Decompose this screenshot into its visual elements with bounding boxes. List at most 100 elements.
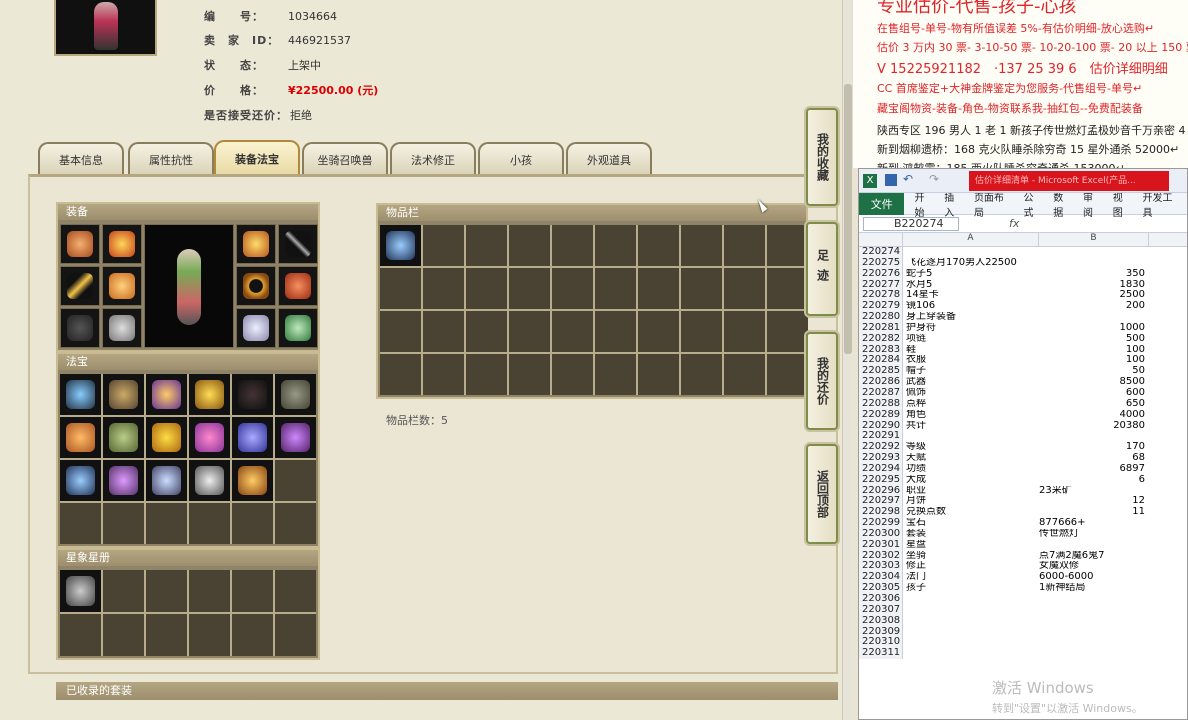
excel-cell-a[interactable]: 修正 — [903, 561, 1039, 572]
ribbon-tab[interactable]: 数据 — [1048, 189, 1078, 219]
fabao-item[interactable] — [189, 417, 230, 458]
excel-cell-a[interactable]: 共计 — [903, 421, 1039, 432]
page-scroll-thumb[interactable] — [844, 84, 852, 354]
tab-basic-info[interactable]: 基本信息 — [38, 142, 124, 176]
excel-cell-b[interactable] — [1039, 258, 1149, 269]
excel-cell-b[interactable] — [1039, 616, 1149, 627]
excel-cell-b[interactable]: 1000 — [1039, 323, 1149, 334]
ribbon-tab[interactable]: 开始 — [904, 189, 939, 219]
excel-cell-a[interactable]: 14星卡 — [903, 290, 1039, 301]
excel-cell-b[interactable]: 女魔双修 — [1039, 561, 1149, 572]
excel-cell-a[interactable]: 套装 — [903, 529, 1039, 540]
excel-row-number[interactable]: 220291 — [859, 431, 903, 443]
excel-cell-a[interactable] — [903, 605, 1039, 616]
excel-cell-b[interactable] — [1039, 431, 1149, 442]
excel-row-number[interactable]: 220300 — [859, 528, 903, 540]
excel-cell-a[interactable]: 角色 — [903, 410, 1039, 421]
fabao-item[interactable] — [189, 460, 230, 501]
excel-cell-b[interactable] — [1039, 627, 1149, 638]
excel-cell-a[interactable]: 法门 — [903, 572, 1039, 583]
fabao-item[interactable] — [103, 417, 144, 458]
excel-cell-b[interactable]: 100 — [1039, 345, 1149, 356]
excel-cell-a[interactable]: 身上穿装备 — [903, 312, 1039, 323]
excel-cell-b[interactable]: 350 — [1039, 269, 1149, 280]
excel-cell-a[interactable] — [903, 627, 1039, 638]
tab-children[interactable]: 小孩 — [478, 142, 564, 176]
excel-cell-a[interactable]: 星盘 — [903, 540, 1039, 551]
excel-cell-a[interactable] — [903, 637, 1039, 648]
excel-row-number[interactable]: 220292 — [859, 442, 903, 454]
equip-slot-hat[interactable] — [60, 224, 100, 264]
excel-row-number[interactable]: 220309 — [859, 626, 903, 638]
fabao-item[interactable] — [189, 374, 230, 415]
excel-cell-a[interactable]: 水月5 — [903, 280, 1039, 291]
fabao-item[interactable] — [60, 374, 101, 415]
excel-cell-a[interactable] — [903, 431, 1039, 442]
equip-slot-crown[interactable] — [236, 224, 276, 264]
equip-slot-necklace[interactable] — [102, 224, 142, 264]
excel-cell-a[interactable] — [903, 247, 1039, 258]
favorites-button[interactable]: 我的收藏 — [806, 108, 838, 206]
excel-row-number[interactable]: 220274 — [859, 247, 903, 258]
save-icon[interactable] — [885, 174, 897, 186]
excel-cell-b[interactable]: 11 — [1039, 507, 1149, 518]
excel-row-number[interactable]: 220304 — [859, 572, 903, 584]
ribbon-tab[interactable]: 页面布局 — [969, 189, 1019, 219]
excel-cell-a[interactable]: 功绩 — [903, 464, 1039, 475]
excel-row-number[interactable]: 220303 — [859, 561, 903, 573]
excel-cell-a[interactable]: 项链 — [903, 334, 1039, 345]
fabao-item[interactable] — [275, 374, 316, 415]
excel-cell-b[interactable] — [1039, 540, 1149, 551]
excel-cell-b[interactable]: 1新神结局 — [1039, 583, 1149, 594]
excel-col-c[interactable] — [1149, 233, 1187, 246]
excel-cell-b[interactable]: 600 — [1039, 388, 1149, 399]
excel-cell-b[interactable]: 50 — [1039, 366, 1149, 377]
excel-cell-b[interactable]: 6 — [1039, 475, 1149, 486]
excel-cell-a[interactable]: 兑换点数 — [903, 507, 1039, 518]
ribbon-tab[interactable]: 开发工具 — [1137, 189, 1187, 219]
excel-row-number[interactable]: 220275 — [859, 257, 903, 269]
excel-row-number[interactable]: 220310 — [859, 637, 903, 649]
excel-cell-b[interactable] — [1039, 594, 1149, 605]
excel-cell-a[interactable]: 天赋 — [903, 453, 1039, 464]
excel-row-number[interactable]: 220286 — [859, 377, 903, 388]
excel-cell-a[interactable]: 武器 — [903, 377, 1039, 388]
excel-select-all[interactable] — [859, 233, 903, 246]
excel-row-number[interactable]: 220284 — [859, 355, 903, 367]
excel-cell-b[interactable]: 传世燃灯 — [1039, 529, 1149, 540]
equip-slot-amulet[interactable] — [278, 266, 318, 306]
excel-cell-b[interactable]: 23采矿 — [1039, 486, 1149, 497]
equip-slot-armor[interactable] — [102, 266, 142, 306]
fx-icon[interactable]: fx — [1009, 217, 1019, 230]
equip-slot-whip[interactable] — [278, 224, 318, 264]
ribbon-tab[interactable]: 插入 — [939, 189, 969, 219]
excel-row-number[interactable]: 220298 — [859, 507, 903, 519]
fabao-item[interactable] — [146, 460, 187, 501]
excel-row-number[interactable]: 220294 — [859, 463, 903, 475]
fabao-item[interactable] — [232, 417, 273, 458]
excel-cell-a[interactable]: 大成 — [903, 475, 1039, 486]
excel-row-number[interactable]: 220293 — [859, 453, 903, 464]
excel-cell-b[interactable]: 6000-6000 — [1039, 572, 1149, 583]
excel-row-number[interactable]: 220301 — [859, 539, 903, 551]
excel-cell-b[interactable] — [1039, 605, 1149, 616]
redo-icon[interactable]: ↷ — [929, 172, 939, 186]
excel-cell-a[interactable]: 职业 — [903, 486, 1039, 497]
fabao-item[interactable] — [146, 374, 187, 415]
excel-cell-a[interactable]: 月饼 — [903, 496, 1039, 507]
excel-row-number[interactable]: 220288 — [859, 398, 903, 410]
ribbon-tab[interactable]: 视图 — [1108, 189, 1138, 219]
fabao-item[interactable] — [232, 374, 273, 415]
equip-slot-orb[interactable] — [278, 308, 318, 348]
excel-row-number[interactable]: 220297 — [859, 496, 903, 508]
fabao-item[interactable] — [60, 460, 101, 501]
excel-cell-b[interactable]: 100 — [1039, 355, 1149, 366]
excel-cell-b[interactable] — [1039, 637, 1149, 648]
excel-cell-a[interactable]: 护身符 — [903, 323, 1039, 334]
excel-cell-b[interactable]: 8500 — [1039, 377, 1149, 388]
excel-cell-a[interactable] — [903, 616, 1039, 627]
excel-cell-a[interactable] — [903, 594, 1039, 605]
excel-cell-b[interactable]: 68 — [1039, 453, 1149, 464]
fabao-item[interactable] — [60, 417, 101, 458]
excel-row-number[interactable]: 220306 — [859, 594, 903, 605]
